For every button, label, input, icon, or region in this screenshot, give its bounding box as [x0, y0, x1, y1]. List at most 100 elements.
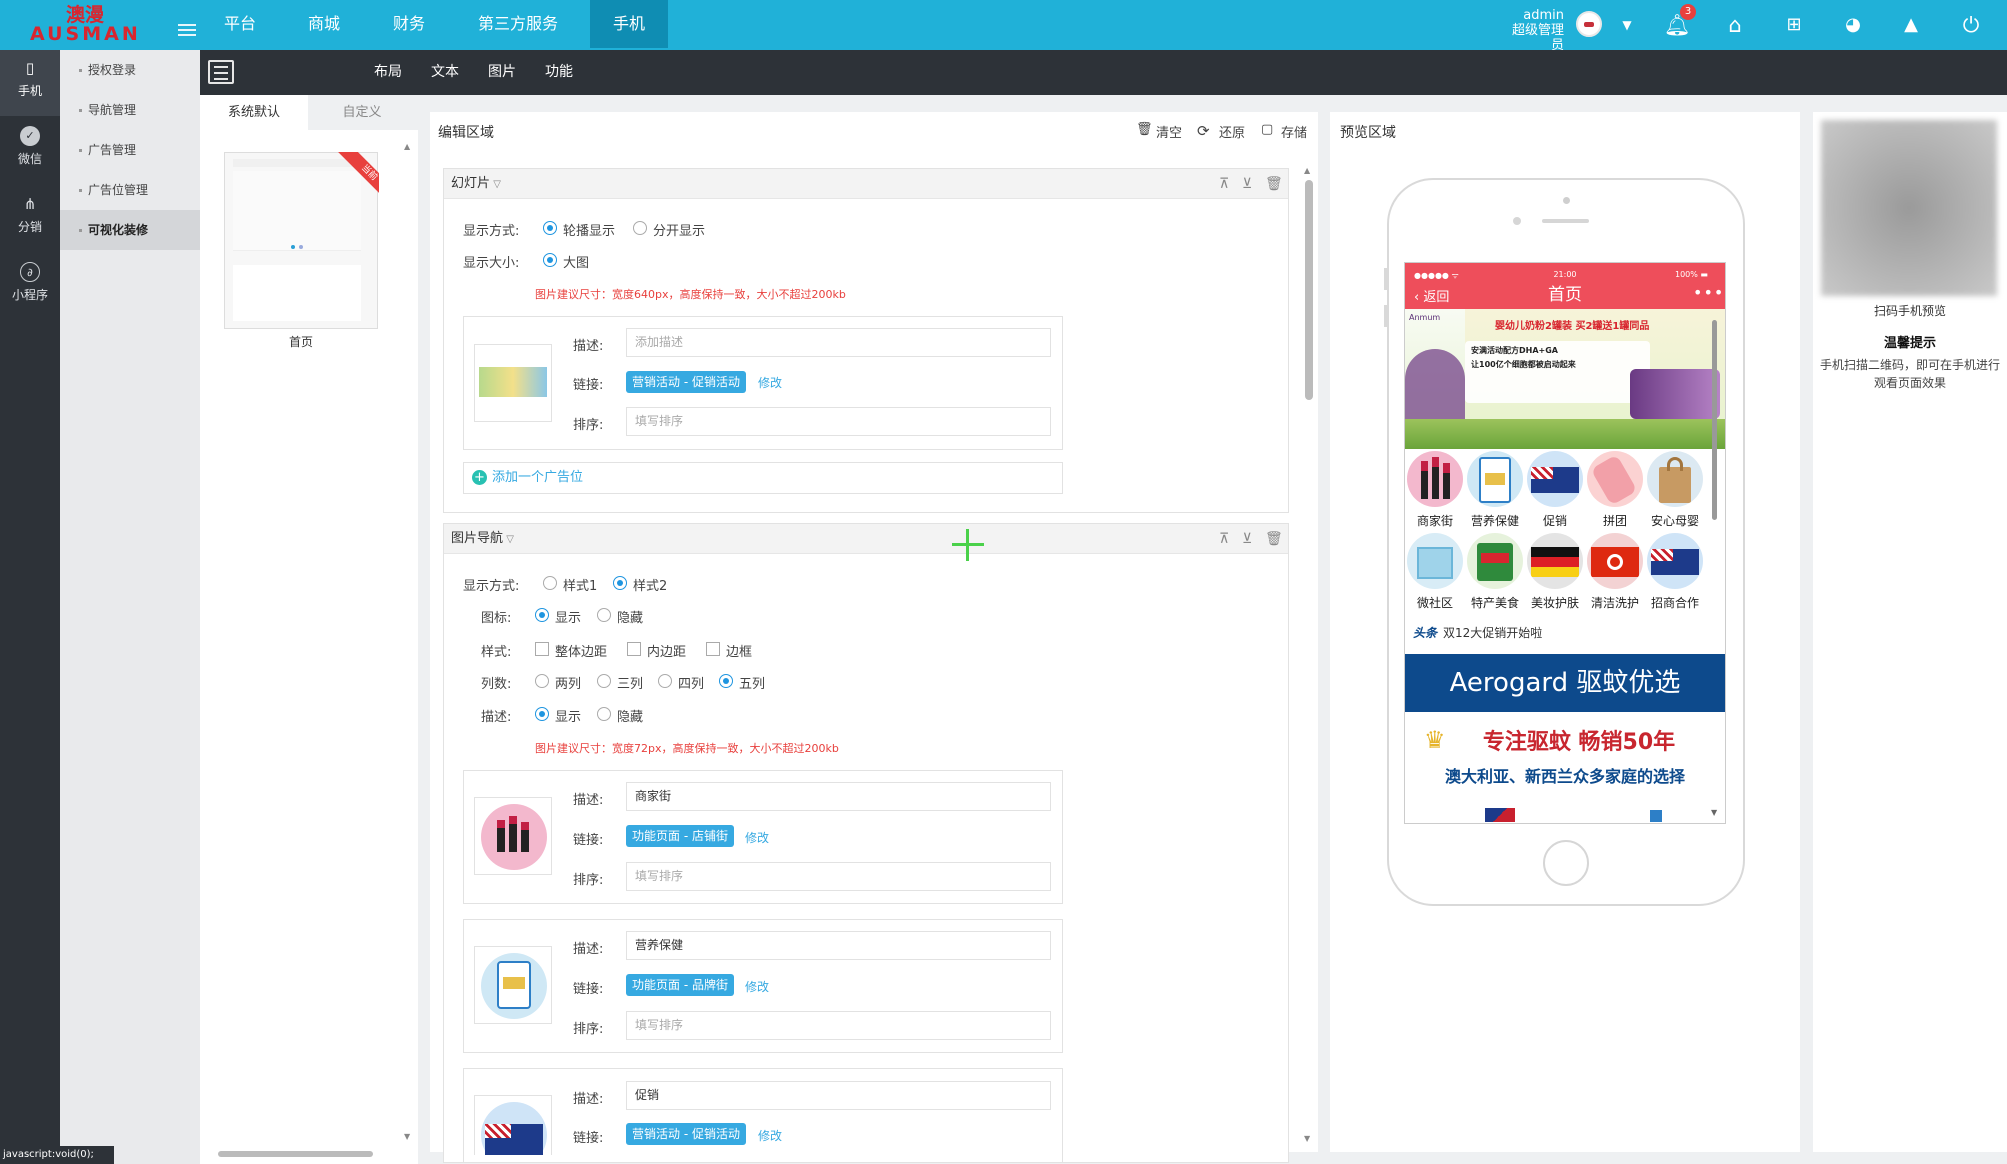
nav-item-sort-input[interactable]: 填写排序 [626, 862, 1051, 891]
nav-icon-mall-street[interactable] [1407, 451, 1463, 507]
radio-large[interactable] [543, 253, 557, 267]
nav-item-desc-input[interactable]: 商家街 [626, 782, 1051, 811]
edit-scrollbar[interactable] [1305, 180, 1313, 400]
radio-2col[interactable] [535, 674, 549, 688]
nav-icon-group-buy[interactable] [1587, 451, 1643, 507]
checkbox-outer-margin[interactable] [535, 642, 549, 656]
slide-desc-input[interactable]: 添加描述 [626, 328, 1051, 357]
submenu-ad-manage[interactable]: 广告管理 [60, 130, 200, 170]
nav-item-link-tag[interactable]: 功能页面 - 品牌街 [626, 974, 734, 996]
radio-carousel-label[interactable]: 轮播显示 [563, 220, 615, 239]
radio-carousel[interactable] [543, 221, 557, 235]
nav-item-link-tag[interactable]: 功能页面 - 店铺街 [626, 825, 734, 847]
nav-item-modify-link[interactable]: 修改 [758, 1127, 782, 1144]
nav-icon-promo[interactable] [1527, 451, 1583, 507]
power-icon[interactable]: ⏻ [1956, 10, 1986, 40]
nav-icon-local-food[interactable] [1467, 533, 1523, 589]
ad-banner[interactable]: Aerogard 驱蚊优选 [1405, 654, 1725, 712]
brand-logo[interactable]: 澳漫 AUSMAN [30, 5, 140, 45]
radio-style2[interactable] [613, 576, 627, 590]
news-ticker[interactable]: 头条 双12大促销开始啦 [1413, 624, 1542, 641]
more-icon[interactable]: ••• [1693, 283, 1724, 302]
nav-item-thumbnail[interactable] [474, 946, 552, 1024]
iconbar-miniprogram[interactable]: ∂ 小程序 [0, 254, 60, 320]
home-icon[interactable]: ⌂ [1720, 10, 1750, 40]
radio-icon-hide[interactable] [597, 608, 611, 622]
clear-button[interactable]: 清空 [1156, 122, 1182, 141]
menu-toggle-icon[interactable] [178, 24, 196, 38]
delete-icon[interactable]: 🗑︎ [1265, 169, 1283, 199]
radio-desc-show[interactable] [535, 707, 549, 721]
trash-icon[interactable]: 🗑︎ [1136, 122, 1153, 137]
admin-name[interactable]: admin [1500, 8, 1564, 23]
phone-scrollbar[interactable] [1712, 320, 1717, 520]
nav-icon-business[interactable] [1647, 533, 1703, 589]
tab-custom[interactable]: 自定义 [308, 95, 416, 130]
move-up-icon[interactable]: ⊼ [1219, 169, 1229, 199]
checkbox-padding[interactable] [627, 642, 641, 656]
nav-item-desc-input[interactable]: 营养保健 [626, 931, 1051, 960]
radio-4col-label[interactable]: 四列 [678, 673, 704, 692]
topnav-mobile[interactable]: 手机 [590, 0, 668, 48]
scroll-down-icon[interactable]: ▼ [1711, 808, 1717, 817]
tab-text[interactable]: 文本 [431, 50, 459, 95]
radio-5col-label[interactable]: 五列 [739, 673, 765, 692]
radio-separate-label[interactable]: 分开显示 [653, 220, 705, 239]
nav-item-thumbnail[interactable] [474, 1095, 552, 1155]
iconbar-mobile[interactable]: ▯ 手机 [0, 50, 60, 116]
topnav-platform[interactable]: 平台 [206, 0, 274, 48]
scroll-down-icon[interactable]: ▼ [1304, 1134, 1310, 1143]
submenu-auth-login[interactable]: 授权登录 [60, 50, 200, 90]
tab-system-default[interactable]: 系统默认 [200, 95, 308, 130]
radio-style2-label[interactable]: 样式2 [633, 575, 667, 594]
submenu-adslot-manage[interactable]: 广告位管理 [60, 170, 200, 210]
iconbar-wechat[interactable]: ✓ 微信 [0, 118, 60, 184]
radio-desc-show-label[interactable]: 显示 [555, 706, 581, 725]
topnav-third-party[interactable]: 第三方服务 [460, 0, 576, 48]
tab-image[interactable]: 图片 [488, 50, 516, 95]
slide-thumbnail[interactable] [474, 344, 552, 422]
nav-item-desc-input[interactable]: 促销 [626, 1081, 1051, 1110]
save-button[interactable]: 存储 [1281, 122, 1307, 141]
radio-icon-show[interactable] [535, 608, 549, 622]
radio-desc-hide[interactable] [597, 707, 611, 721]
checkbox-border-label[interactable]: 边框 [726, 641, 752, 660]
topnav-finance[interactable]: 财务 [375, 0, 443, 48]
checkbox-outer-margin-label[interactable]: 整体边距 [555, 641, 607, 660]
move-up-icon[interactable]: ⊼ [1219, 524, 1229, 554]
refresh-icon[interactable]: ⟳ [1197, 122, 1210, 140]
slideshow-header[interactable]: 幻灯片 ▽ [444, 169, 1288, 199]
sitemap-icon[interactable]: ⊞ [1779, 10, 1809, 40]
nav-item-sort-input[interactable]: 填写排序 [626, 1011, 1051, 1040]
tab-function[interactable]: 功能 [545, 50, 573, 95]
scroll-up-icon[interactable]: ▲ [404, 142, 410, 151]
restore-button[interactable]: 还原 [1219, 122, 1245, 141]
avatar[interactable] [1576, 11, 1602, 37]
list-icon[interactable] [208, 60, 234, 84]
topnav-mall[interactable]: 商城 [290, 0, 358, 48]
user-icon[interactable]: ▲ [1896, 10, 1926, 40]
submenu-nav-manage[interactable]: 导航管理 [60, 90, 200, 130]
radio-large-label[interactable]: 大图 [563, 252, 589, 271]
radio-style1[interactable] [543, 576, 557, 590]
nav-icon-beauty[interactable] [1527, 533, 1583, 589]
admin-role[interactable]: 超级管理员 [1500, 23, 1564, 53]
move-down-icon[interactable]: ⊻ [1242, 524, 1252, 554]
radio-4col[interactable] [658, 674, 672, 688]
nav-item-modify-link[interactable]: 修改 [745, 978, 769, 995]
nav-item-modify-link[interactable]: 修改 [745, 829, 769, 846]
nav-icon-community[interactable] [1407, 533, 1463, 589]
chevron-down-icon[interactable]: ▼ [1612, 10, 1642, 40]
scroll-up-icon[interactable]: ▲ [1304, 166, 1310, 175]
delete-icon[interactable]: 🗑︎ [1265, 524, 1283, 554]
horizontal-scrollbar[interactable] [208, 1148, 398, 1158]
iconbar-distribution[interactable]: ⋔ 分销 [0, 186, 60, 252]
nav-item-link-tag[interactable]: 营销活动 - 促销活动 [626, 1123, 746, 1145]
slide-link-tag[interactable]: 营销活动 - 促销活动 [626, 371, 746, 393]
checkbox-border[interactable] [706, 642, 720, 656]
radio-icon-show-label[interactable]: 显示 [555, 607, 581, 626]
nav-icon-nutrition[interactable] [1467, 451, 1523, 507]
phone-banner[interactable]: Anmum 婴幼儿奶粉2罐装 买2罐送1罐同品 安满活动配方DHA+GA 让10… [1405, 309, 1725, 449]
save-icon[interactable]: ▢ [1261, 122, 1273, 137]
radio-2col-label[interactable]: 两列 [555, 673, 581, 692]
